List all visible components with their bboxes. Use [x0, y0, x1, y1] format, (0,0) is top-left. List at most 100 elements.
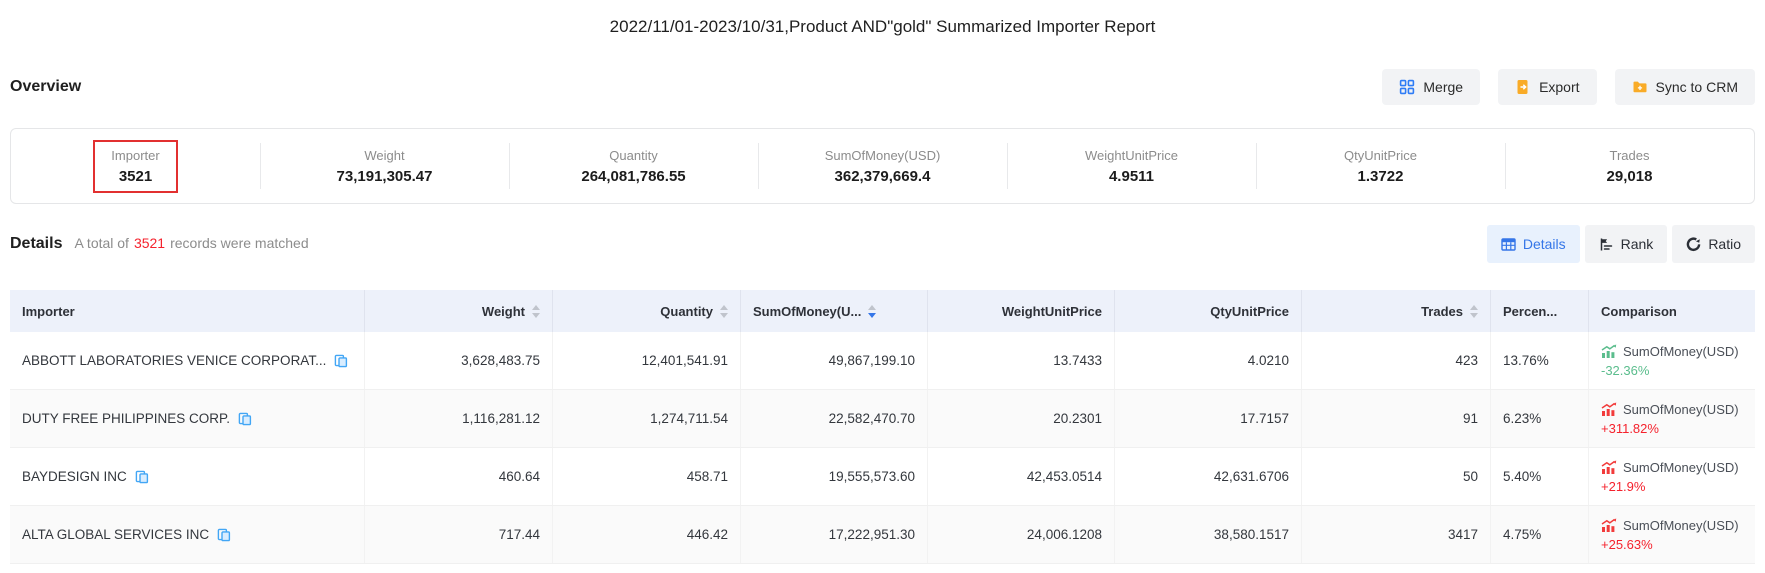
- importer-name[interactable]: ALTA GLOBAL SERVICES INC: [22, 527, 209, 542]
- details-heading: Details: [10, 235, 62, 253]
- sort-control-quantity[interactable]: [720, 305, 728, 318]
- comparison-cell: SumOfMoney(USD) -32.36%: [1589, 332, 1755, 389]
- trades-cell: 50: [1302, 448, 1491, 505]
- importer-highlight-box: Importer 3521: [93, 140, 177, 193]
- chart-down-icon: [1601, 344, 1617, 358]
- merge-button[interactable]: Merge: [1382, 69, 1480, 105]
- stat-value: 3521: [119, 168, 152, 185]
- export-button[interactable]: Export: [1498, 69, 1596, 105]
- stat-qty-unit-price: QtyUnitPrice 1.3722: [1256, 129, 1505, 203]
- col-header-quantity[interactable]: Quantity: [553, 290, 741, 332]
- weight-unit-price-cell: 20.2301: [928, 390, 1115, 447]
- stat-label: Weight: [364, 148, 404, 163]
- stat-value: 73,191,305.47: [337, 168, 433, 185]
- sum-of-money-cell: 22,582,470.70: [741, 390, 928, 447]
- col-header-qty-unit-price: QtyUnitPrice: [1115, 290, 1302, 332]
- chart-up-icon: [1601, 460, 1617, 474]
- tab-details[interactable]: Details: [1487, 225, 1580, 263]
- sync-folder-icon: [1632, 79, 1648, 95]
- sort-control-trades[interactable]: [1470, 305, 1478, 318]
- comparison-block: SumOfMoney(USD) +311.82%: [1601, 402, 1739, 436]
- table-icon: [1501, 237, 1516, 252]
- comparison-metric: SumOfMoney(USD): [1623, 344, 1739, 359]
- stat-trades: Trades 29,018: [1505, 129, 1754, 203]
- overview-stats-panel: Importer 3521 Weight 73,191,305.47 Quant…: [10, 128, 1755, 204]
- copy-icon[interactable]: [238, 412, 252, 426]
- comparison-metric: SumOfMoney(USD): [1623, 402, 1739, 417]
- copy-icon[interactable]: [135, 470, 149, 484]
- col-header-sum-of-money[interactable]: SumOfMoney(U...: [741, 290, 928, 332]
- export-icon: [1515, 79, 1531, 95]
- comparison-change: +25.63%: [1601, 537, 1739, 552]
- stat-label: SumOfMoney(USD): [825, 148, 941, 163]
- sum-of-money-cell: 17,222,951.30: [741, 506, 928, 563]
- tab-rank[interactable]: Rank: [1585, 225, 1668, 263]
- sort-control-weight[interactable]: [532, 305, 540, 318]
- comparison-metric: SumOfMoney(USD): [1623, 518, 1739, 533]
- stat-label: Trades: [1610, 148, 1650, 163]
- qty-unit-price-cell: 38,580.1517: [1115, 506, 1302, 563]
- quantity-cell: 1,274,711.54: [553, 390, 741, 447]
- percent-cell: 6.23%: [1491, 390, 1589, 447]
- stat-sum-of-money: SumOfMoney(USD) 362,379,669.4: [758, 129, 1007, 203]
- tab-details-label: Details: [1523, 236, 1566, 252]
- weight-unit-price-cell: 42,453.0514: [928, 448, 1115, 505]
- weight-cell: 1,116,281.12: [365, 390, 553, 447]
- comparison-change: -32.36%: [1601, 363, 1739, 378]
- weight-cell: 717.44: [365, 506, 553, 563]
- export-button-label: Export: [1539, 79, 1579, 95]
- importer-cell: BAYDESIGN INC: [10, 448, 365, 505]
- details-subtitle: A total of3521records were matched: [74, 235, 308, 251]
- table-header: Importer Weight Quantity SumOfMoney(U...…: [10, 290, 1755, 332]
- tab-ratio[interactable]: Ratio: [1672, 225, 1755, 263]
- sum-of-money-cell: 19,555,573.60: [741, 448, 928, 505]
- weight-cell: 460.64: [365, 448, 553, 505]
- comparison-change: +21.9%: [1601, 479, 1739, 494]
- copy-icon[interactable]: [334, 354, 348, 368]
- col-header-weight-unit-price: WeightUnitPrice: [928, 290, 1115, 332]
- details-summary: Details A total of3521records were match…: [10, 235, 309, 253]
- qty-unit-price-cell: 42,631.6706: [1115, 448, 1302, 505]
- quantity-cell: 458.71: [553, 448, 741, 505]
- table-row: ALTA GLOBAL SERVICES INC 717.44 446.42 1…: [10, 506, 1755, 564]
- copy-icon[interactable]: [217, 528, 231, 542]
- col-header-trades[interactable]: Trades: [1302, 290, 1491, 332]
- ratio-icon: [1686, 237, 1701, 252]
- importer-name[interactable]: BAYDESIGN INC: [22, 469, 127, 484]
- stat-value: 362,379,669.4: [835, 168, 931, 185]
- importer-name[interactable]: ABBOTT LABORATORIES VENICE CORPORAT...: [22, 353, 326, 368]
- sync-to-crm-button[interactable]: Sync to CRM: [1615, 69, 1755, 105]
- stat-label: Importer: [111, 148, 159, 163]
- qty-unit-price-cell: 4.0210: [1115, 332, 1302, 389]
- table-body: ABBOTT LABORATORIES VENICE CORPORAT... 3…: [10, 332, 1755, 564]
- trades-cell: 423: [1302, 332, 1491, 389]
- rank-icon: [1599, 237, 1614, 252]
- sync-to-crm-button-label: Sync to CRM: [1656, 79, 1738, 95]
- matched-count: 3521: [129, 235, 170, 251]
- stat-value: 29,018: [1607, 168, 1653, 185]
- page-title: 2022/11/01-2023/10/31,Product AND"gold" …: [0, 0, 1765, 58]
- table-row: ABBOTT LABORATORIES VENICE CORPORAT... 3…: [10, 332, 1755, 390]
- stat-label: Quantity: [609, 148, 657, 163]
- percent-cell: 13.76%: [1491, 332, 1589, 389]
- stat-label: QtyUnitPrice: [1344, 148, 1417, 163]
- stat-quantity: Quantity 264,081,786.55: [509, 129, 758, 203]
- quantity-cell: 12,401,541.91: [553, 332, 741, 389]
- comparison-metric: SumOfMoney(USD): [1623, 460, 1739, 475]
- col-header-percent: Percen...: [1491, 290, 1589, 332]
- percent-cell: 5.40%: [1491, 448, 1589, 505]
- importer-name[interactable]: DUTY FREE PHILIPPINES CORP.: [22, 411, 230, 426]
- comparison-change: +311.82%: [1601, 421, 1739, 436]
- overview-heading: Overview: [10, 78, 81, 96]
- col-header-comparison: Comparison: [1589, 290, 1755, 332]
- chart-up-icon: [1601, 518, 1617, 532]
- toolbar: Merge Export Sync to CRM: [1382, 69, 1755, 105]
- merge-button-label: Merge: [1423, 79, 1463, 95]
- overview-bar: Overview Merge Export Sync to CRM: [0, 58, 1765, 116]
- stat-importer: Importer 3521: [11, 129, 260, 203]
- qty-unit-price-cell: 17.7157: [1115, 390, 1302, 447]
- importer-cell: ABBOTT LABORATORIES VENICE CORPORAT...: [10, 332, 365, 389]
- col-header-weight[interactable]: Weight: [365, 290, 553, 332]
- weight-unit-price-cell: 13.7433: [928, 332, 1115, 389]
- sort-control-sum-of-money[interactable]: [868, 305, 876, 318]
